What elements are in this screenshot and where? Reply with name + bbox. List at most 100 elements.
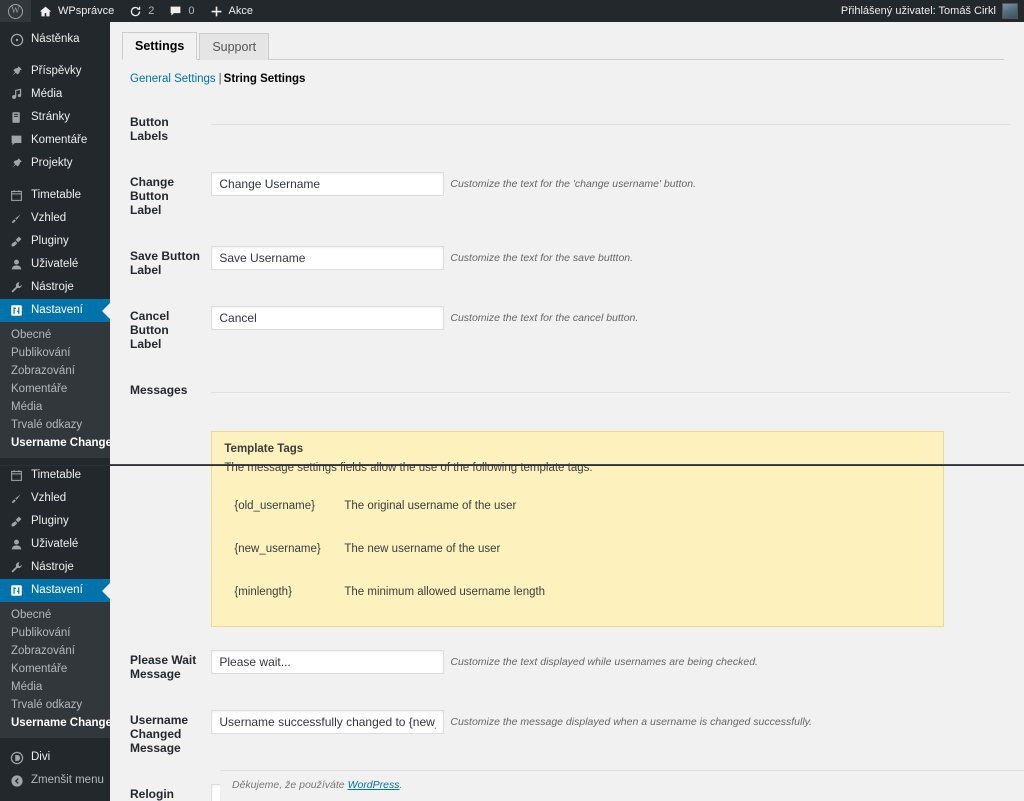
wrench-icon [9,280,24,295]
submenu-item-trvale-odkazy[interactable]: Trvalé odkazy [0,416,110,434]
sidebar-label: Vzhled [31,211,67,224]
comments-menu[interactable]: 0 [161,0,201,22]
calendar-icon [9,188,24,203]
sidebar-label: Nástěnka [31,32,80,45]
field-label: Change Button Label [130,175,175,217]
plug-icon [9,234,24,249]
subnav-separator: | [218,73,222,85]
wordpress-logo-icon [8,3,23,19]
settings-sliders-icon [9,303,24,318]
sidebar-label: Nastavení [31,303,83,316]
sidebar-label: Nastavení [31,583,83,596]
sidebar-item-projects[interactable]: Projekty [0,152,110,175]
sidebar-item-divi[interactable]: Divi [0,746,110,769]
sidebar-item-timetable-2[interactable]: Timetable [0,464,110,487]
tab-bar: Settings Support [122,32,1004,60]
sidebar-label: Nástroje [31,280,74,293]
sidebar-block-secondary: Timetable Vzhled Pluginy Uživatelé Nástr… [0,464,110,738]
submenu-item-username-changer[interactable]: Username Changer [0,434,110,452]
section-messages: Messages [122,367,1020,413]
sidebar-label: Timetable [31,188,82,201]
footer-thanks-prefix: Děkujeme, že používáte [232,779,348,791]
sidebar-label: Pluginy [31,514,69,527]
sidebar-item-media[interactable]: Média [0,83,110,106]
subnav-links: General Settings | String Settings [130,73,1004,85]
main-content: Settings Support General Settings | String… [110,22,1024,801]
comments-count: 0 [188,5,195,17]
updates-menu[interactable]: 2 [121,0,161,22]
section-divider [211,124,1010,125]
calendar-icon [9,468,24,483]
template-tag-row: {old_username} The original username of … [234,485,555,528]
submenu-item-zobrazovani-2[interactable]: Zobrazování [0,642,110,660]
template-tags-table: {old_username} The original username of … [234,485,555,614]
sidebar-item-tools[interactable]: Nástroje [0,276,110,299]
sidebar-item-appearance-2[interactable]: Vzhled [0,487,110,510]
comment-bubble-icon [9,133,24,148]
sidebar-item-pages[interactable]: Stránky [0,106,110,129]
wrench-icon [9,560,24,575]
tab-support[interactable]: Support [199,33,270,60]
sidebar-item-tools-2[interactable]: Nástroje [0,556,110,579]
new-content-menu[interactable]: Akce [202,0,260,22]
sidebar-item-posts[interactable]: Příspěvky [0,60,110,83]
sidebar-label: Pluginy [31,234,69,247]
sidebar-label: Nástroje [31,560,74,573]
submenu-item-username-changer-2[interactable]: Username Changer [0,714,110,732]
sidebar-item-users[interactable]: Uživatelé [0,253,110,276]
howdy-label: Přihlášený uživatel: Tomáš Cirkl [840,5,996,17]
submenu-item-obecne-2[interactable]: Obecné [0,606,110,624]
submenu-item-komentare-2[interactable]: Komentáře [0,660,110,678]
account-menu[interactable]: Přihlášený uživatel: Tomáš Cirkl [841,3,1024,19]
settings-sliders-icon [9,583,24,598]
section-title: Messages [130,383,188,397]
row-cancel-button-label: Cancel Button Label Customize the text f… [122,293,1020,367]
username-changed-message-input[interactable] [211,710,445,734]
wordpress-link[interactable]: WordPress [348,779,400,791]
sidebar-label: Média [31,87,63,100]
field-description: Customize the text for the cancel button… [450,312,639,324]
row-username-changed-message: Username Changed Message Customize the m… [122,697,1020,771]
field-label: Save Button Label [130,249,201,277]
sidebar-item-settings-2[interactable]: Nastavení [0,579,110,602]
collapse-arrow-icon [9,773,24,788]
submenu-item-publikovani-2[interactable]: Publikování [0,624,110,642]
media-icon [9,87,24,102]
dashboard-icon [9,32,24,47]
site-name-menu[interactable]: WPsprávce [31,0,121,22]
save-button-label-input[interactable] [211,246,445,270]
sidebar-item-timetable[interactable]: Timetable [0,184,110,207]
section-title: Button Labels [130,115,169,143]
sidebar-item-plugins-2[interactable]: Pluginy [0,510,110,533]
footer-thanks-suffix: . [399,779,403,791]
template-tags-subtitle: The message settings fields allow the us… [224,462,593,474]
sidebar-item-settings[interactable]: Nastavení [0,299,110,322]
submenu-item-komentare[interactable]: Komentáře [0,380,110,398]
sidebar-label: Timetable [31,468,82,481]
submenu-item-media[interactable]: Média [0,398,110,416]
wp-logo-menu[interactable] [0,0,31,22]
sidebar-item-users-2[interactable]: Uživatelé [0,533,110,556]
template-tag-row: {new_username} The new username of the u… [234,528,555,571]
sidebar-label: Uživatelé [31,537,79,550]
sidebar-item-appearance[interactable]: Vzhled [0,207,110,230]
section-divider [211,392,1010,393]
sidebar-item-collapse-menu[interactable]: Zmenšit menu [0,769,110,792]
submenu-item-obecne[interactable]: Obecné [0,326,110,344]
sidebar-item-comments[interactable]: Komentáře [0,129,110,152]
template-tag-desc: The original username of the user [344,500,517,512]
change-button-label-input[interactable] [211,172,445,196]
sidebar-item-plugins[interactable]: Pluginy [0,230,110,253]
submenu-item-zobrazovani[interactable]: Zobrazování [0,362,110,380]
field-label: Relogin Message [130,787,174,801]
submenu-item-trvale-odkazy-2[interactable]: Trvalé odkazy [0,696,110,714]
submenu-item-media-2[interactable]: Média [0,678,110,696]
section-button-labels: Button Labels [122,99,1020,159]
tab-settings[interactable]: Settings [122,32,198,60]
cancel-button-label-input[interactable] [211,306,445,330]
page-icon [9,110,24,125]
subnav-general-settings[interactable]: General Settings [130,73,216,85]
submenu-item-publikovani[interactable]: Publikování [0,344,110,362]
sidebar-item-dashboard[interactable]: Nástěnka [0,28,110,51]
please-wait-message-input[interactable] [211,650,445,674]
